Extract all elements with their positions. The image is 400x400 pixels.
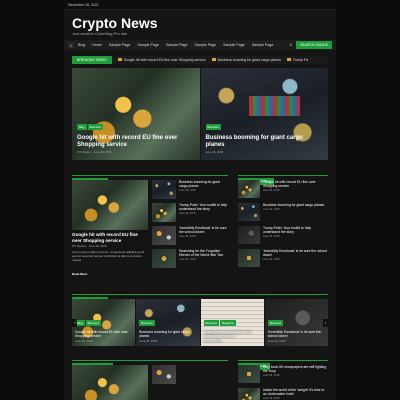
post-title[interactable]: Trump-Putin: Your toolkit to help unders… [204,330,261,338]
post-meta: June 26, 2018 [139,339,157,343]
post-title[interactable]: Business booming for giant cargo planes [139,330,196,338]
breaking-news-label: BREAKING NEWS [72,56,112,64]
list-item[interactable]: Google hit with record EU fine over Shop… [238,180,328,199]
category-badge[interactable]: Business [205,124,221,130]
post-thumbnail[interactable] [152,180,176,199]
page: December 28, 2021 Crypto News Just anoth… [64,0,336,400]
express-posts-1: EXPRESS POSTS 1 Google hit with record E… [72,169,228,280]
featured-post: Google hit with record EU fine over Shop… [72,180,148,280]
read-more-link[interactable]: Read More [72,272,87,276]
nav-item-sample-page[interactable]: Sample Page [195,43,217,47]
post-thumbnail[interactable] [238,365,260,383]
list-item[interactable]: Why local UK newspapers are still fighti… [238,365,328,384]
site-tagline: Just another ColorMag Pro site [72,31,128,36]
hero-card[interactable]: Blog Business Google hit with record EU f… [72,68,200,160]
site-header: Crypto News Just another ColorMag Pro si… [64,10,336,40]
content-columns: EXPRESS POSTS 1 Google hit with record E… [72,169,328,280]
ticker-item[interactable]: Google hit with record EU fine over Shop… [117,58,206,62]
nav-item-blog[interactable]: Blog [78,43,85,47]
nav-item-sample-page[interactable]: Sample Page [137,43,159,47]
popular-news: POPULAR NEWS Why local UK newspapers are… [238,354,328,400]
post-thumbnail[interactable] [238,226,260,244]
post-list: Business booming for giant cargo planes J… [152,180,228,280]
list-item[interactable]: Searching for the Forgotten Heroes of th… [152,249,228,268]
section-heading: EXPRESS POSTS 1 [72,169,228,185]
category-badge[interactable]: Business [85,320,101,326]
list-item[interactable]: Trump-Putin: Your toolkit to help unders… [238,226,328,245]
express-posts-one: EXPRESS POSTS ONE [72,354,228,400]
posts-carousel: POSTS CAROUSEL BlogBusiness Google hit w… [72,288,328,346]
category-badge[interactable]: Blog [77,124,87,130]
breaking-news-ticker: BREAKING NEWS Google hit with record EU … [72,56,328,64]
post-thumbnail[interactable] [152,365,176,384]
carousel-card[interactable]: Business Magazine Trump-Putin: Your toolk… [200,299,264,346]
post-thumbnail[interactable] [238,180,260,198]
main-nav: ⌂ Blog Home Sample Page Sample Page Samp… [64,40,336,50]
category-badge[interactable]: Business [267,320,284,326]
search-online-button[interactable]: SEARCH ONLINE [296,41,332,49]
bottom-sections: EXPRESS POSTS ONE POPULAR NEWS Why local… [72,354,328,400]
post-thumbnail[interactable] [152,249,176,268]
post-meta: June 26, 2018 [75,339,93,343]
category-badge[interactable]: Magazine [219,320,236,326]
post-meta: MT Weston · June 26, 2018 [77,150,112,154]
hero-card[interactable]: Business Business booming for giant carg… [200,68,328,160]
nav-item-sample-page[interactable]: Sample Page [252,43,274,47]
nav-item-sample-page[interactable]: Sample Page [166,43,188,47]
category-badge[interactable]: Business [203,320,219,326]
list-item[interactable]: Business booming for giant cargo planes J… [152,180,228,199]
date-text: December 28, 2021 [68,3,99,7]
category-badge[interactable]: Business [139,320,155,326]
carousel-next-icon[interactable]: › [323,318,328,327]
section-heading: POSTS CAROUSEL [72,288,328,304]
list-item[interactable]: Inside the world of the 'weight' it's ti… [238,388,328,400]
post-meta: June 26, 2018 [203,339,222,343]
nav-item-home[interactable]: Home [92,43,102,47]
list-item[interactable]: Trump-Putin: Your toolkit to help unders… [152,203,228,222]
search-icon[interactable]: ⌕ [289,42,292,48]
ticker-item[interactable]: Trump Pa [286,58,308,62]
post-meta: June 26, 2018 [267,339,286,343]
post-thumbnail[interactable] [152,226,176,245]
hero-slider: Blog Business Google hit with record EU f… [72,68,328,160]
list-item[interactable] [152,365,228,384]
post-thumbnail[interactable] [238,249,260,267]
list-item[interactable]: 'Incredibly Emotional' is he sure the sc… [152,226,228,245]
carousel-card[interactable]: Business 'Incredibly Emotional' is he su… [264,299,328,346]
post-title[interactable]: Google hit with record EU fine over Shop… [75,330,132,338]
post-excerpt: Lorem ipsum dolor sit amet, consectetur … [72,250,146,262]
carousel-card[interactable]: Business Business booming for giant carg… [136,299,200,346]
post-thumbnail[interactable] [72,365,148,400]
carousel-card[interactable]: Blog Business Google hit with record EU f… [72,299,136,346]
post-title[interactable]: 'Incredibly Emotional' is he sure the sc… [268,330,325,338]
post-thumbnail[interactable] [238,388,260,400]
nav-item-sample-page[interactable]: Sample Page [223,43,245,47]
post-meta: June 26, 2018 [205,150,224,154]
post-meta: MT Weston · June 26, 2018 [72,244,107,248]
post-thumbnail[interactable] [152,203,176,222]
section-heading: EXPRESS POSTS 2 [238,169,328,185]
list-item[interactable]: Business booming for giant cargo planes J… [238,203,328,222]
home-icon[interactable]: ⌂ [68,42,74,48]
post-thumbnail[interactable] [72,180,148,230]
top-bar: December 28, 2021 [64,0,336,10]
post-thumbnail[interactable] [238,203,260,221]
section-heading: EXPRESS POSTS ONE [72,354,228,370]
ticker-item[interactable]: Business booming for giant cargo planes [211,58,281,62]
hero-title[interactable]: Business booming for giant cargo planes [206,135,324,149]
site-title[interactable]: Crypto News [72,16,328,30]
express-posts-2: EXPRESS POSTS 2 Google hit with record E… [238,169,328,280]
nav-item-sample-page[interactable]: Sample Page [109,43,131,47]
post-title[interactable]: Google hit with record EU fine over Shop… [72,232,148,243]
hero-title[interactable]: Google hit with record EU fine over Shop… [77,135,195,149]
list-item[interactable]: 'Incredibly Emotional' is he sure the sc… [238,249,328,268]
carousel-prev-icon[interactable]: ‹ [72,318,77,327]
section-heading: POPULAR NEWS [238,354,328,370]
category-badge[interactable]: Business [87,124,103,130]
